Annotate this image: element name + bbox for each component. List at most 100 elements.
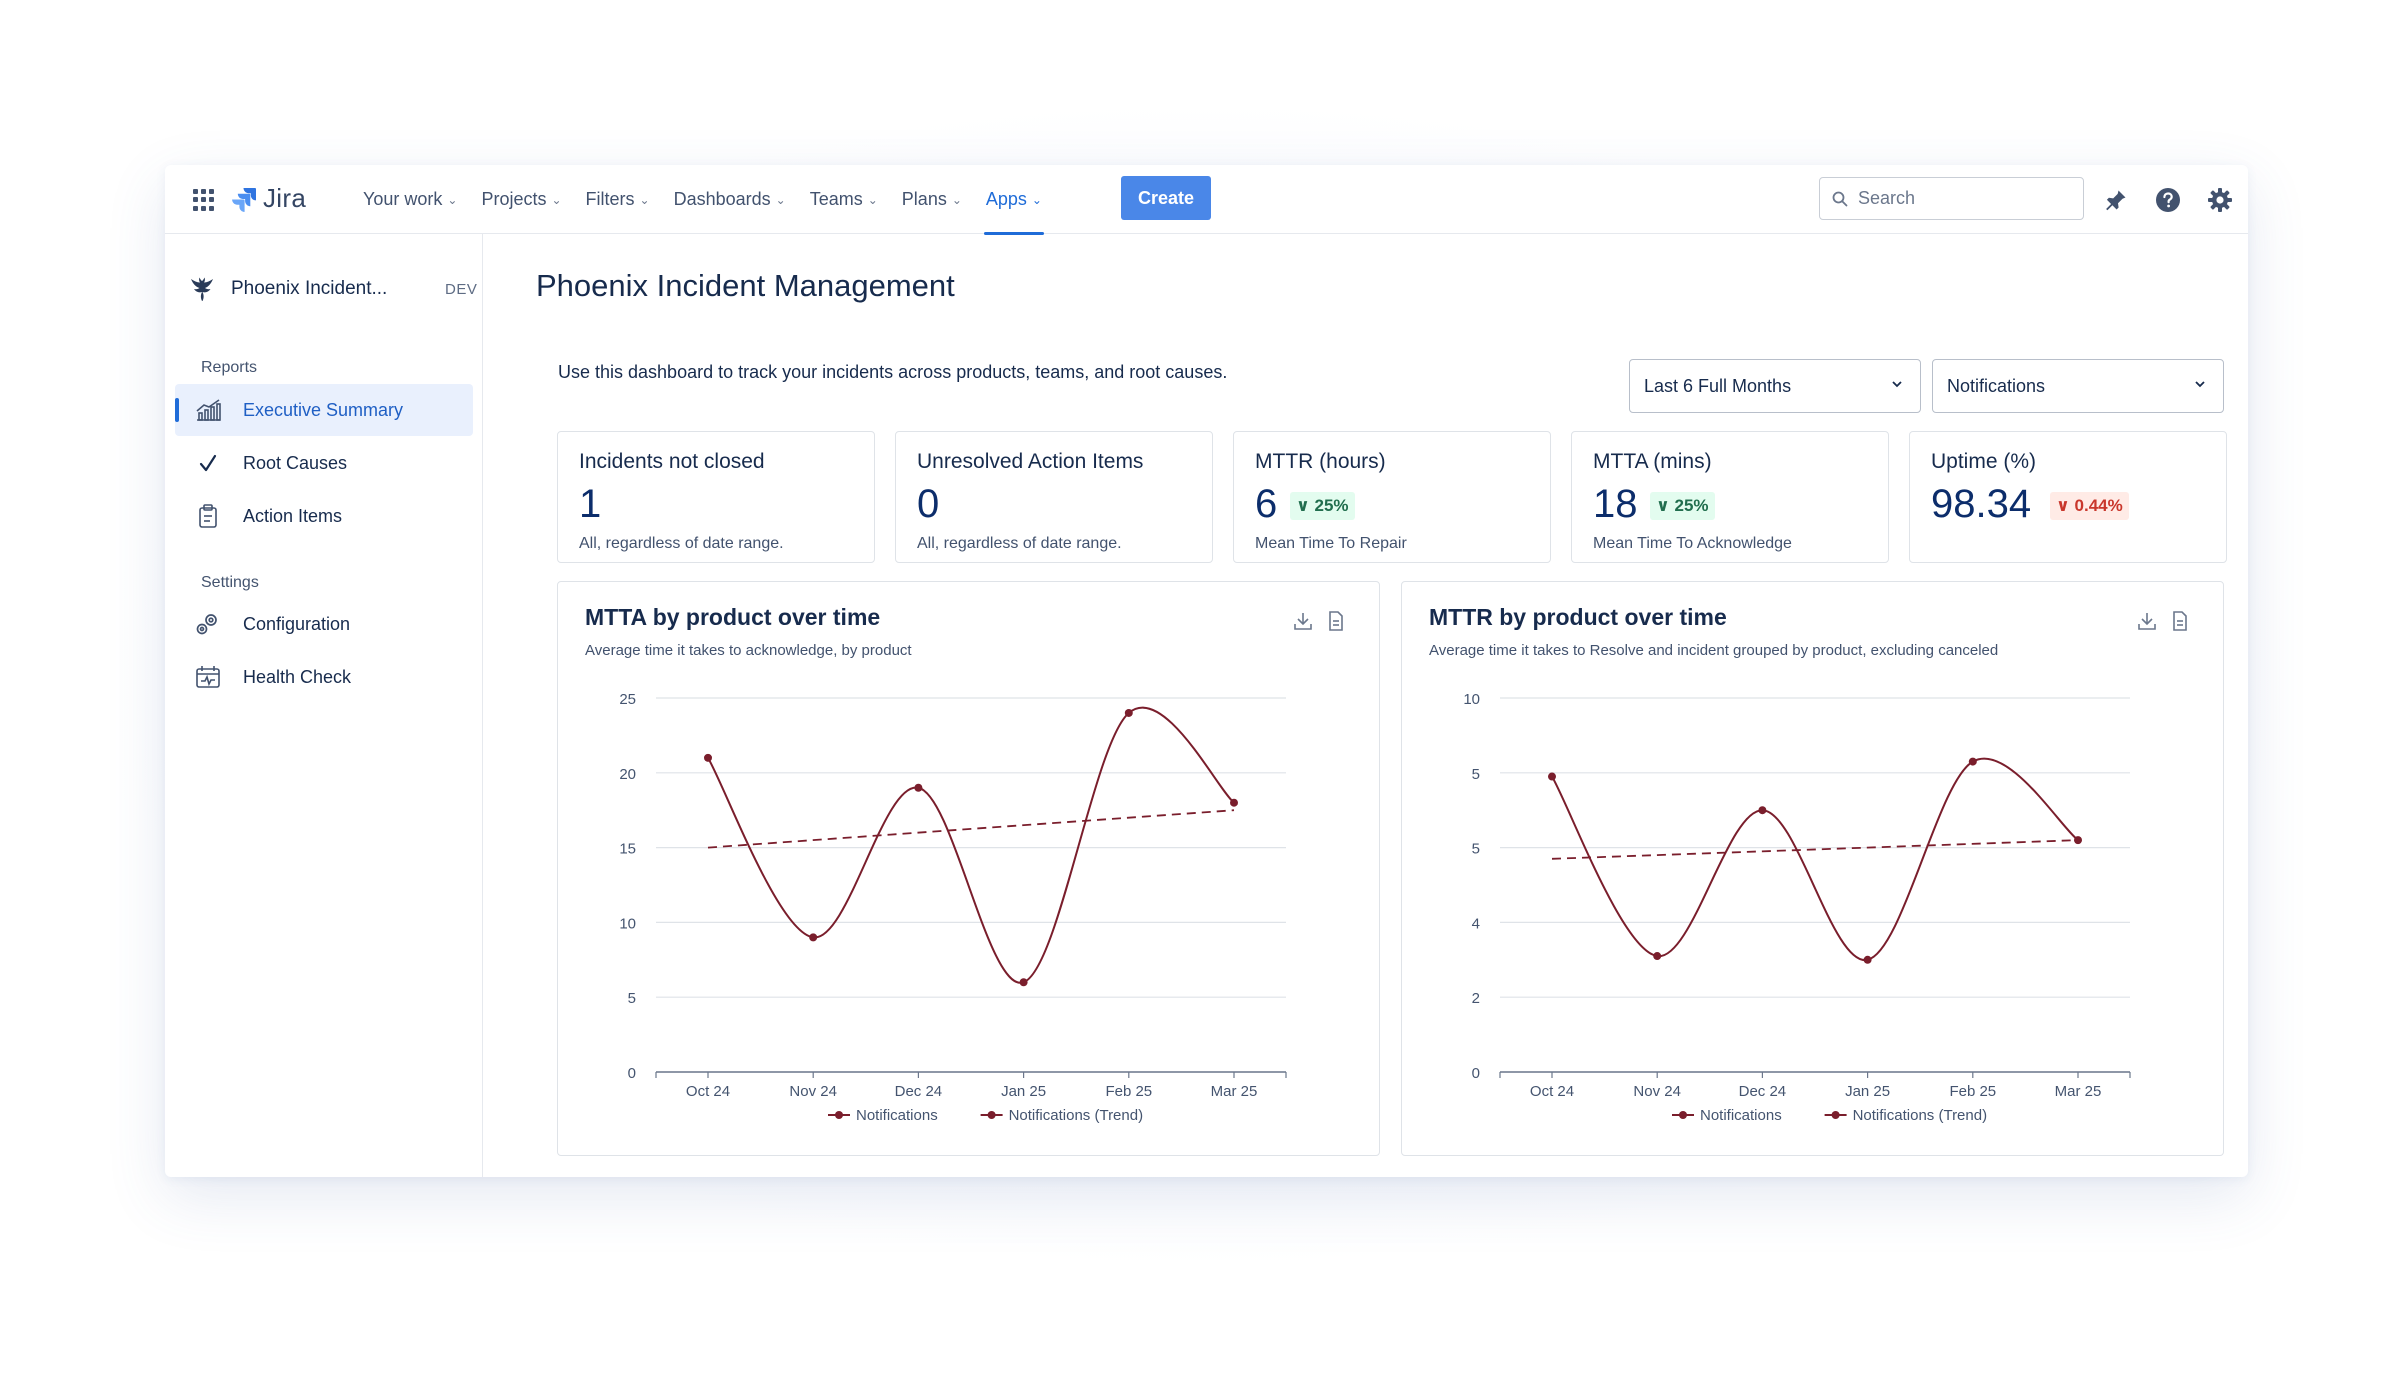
nav-your-work[interactable]: Your work ⌄: [351, 165, 469, 234]
kpi-delta-badge: ∨ 25%: [1650, 492, 1715, 520]
nav-dashboards[interactable]: Dashboards ⌄: [662, 165, 798, 234]
x-tick-label: Dec 24: [1739, 1083, 1787, 1100]
data-point: [1124, 708, 1133, 717]
kpi-title: Unresolved Action Items: [917, 450, 1144, 473]
chart-subtitle: Average time it takes to Resolve and inc…: [1429, 642, 1999, 659]
project-header[interactable]: Phoenix Incident... DEV: [187, 274, 477, 304]
document-icon[interactable]: [1325, 610, 1347, 632]
section-label-settings: Settings: [201, 574, 259, 591]
notifications-icon[interactable]: [2102, 186, 2130, 214]
clipboard-icon: [195, 503, 221, 529]
nav-label: Dashboards: [673, 189, 771, 209]
series-line: [707, 706, 1235, 984]
y-tick-label: 5: [628, 990, 636, 1007]
sidebar-item-root-causes[interactable]: Root Causes: [175, 437, 473, 489]
sidebar-item-action-items[interactable]: Action Items: [175, 490, 473, 542]
top-nav: Jira Your work ⌄ Projects ⌄ Filters ⌄ Dashb…: [165, 165, 2248, 235]
y-tick-label: 5: [1472, 766, 1480, 783]
legend-marker: [987, 1111, 996, 1119]
nav-filters[interactable]: Filters ⌄: [574, 165, 662, 234]
download-icon[interactable]: [1292, 610, 1314, 632]
help-icon[interactable]: [2154, 186, 2182, 214]
nav-label: Projects: [481, 189, 547, 209]
chevron-down-icon: ⌄: [551, 192, 562, 207]
phoenix-logo-icon: [191, 277, 213, 301]
sidebar-item-label: Action Items: [243, 505, 343, 526]
kpi-title: Uptime (%): [1931, 450, 2037, 473]
nav-teams[interactable]: Teams ⌄: [798, 165, 890, 234]
chevron-down-icon: [1892, 381, 1902, 388]
x-tick-label: Dec 24: [895, 1083, 943, 1100]
chevron-down-icon: ⌄: [447, 192, 458, 207]
y-tick-label: 0: [628, 1065, 636, 1082]
app-switcher-icon[interactable]: [193, 189, 215, 211]
create-button[interactable]: Create: [1121, 176, 1211, 220]
search-box[interactable]: [1819, 177, 2084, 220]
kpi-title: MTTA (mins): [1593, 450, 1712, 473]
y-tick-label: 2: [1472, 990, 1480, 1007]
product-select[interactable]: Notifications: [1932, 359, 2224, 413]
data-point: [1548, 772, 1556, 781]
series-line: [1551, 757, 2079, 961]
kpi-value: 18: [1593, 482, 1638, 526]
kpi-value: 98.34: [1931, 482, 2032, 526]
data-point: [1968, 757, 1977, 766]
chevron-down-icon: ⌄: [775, 192, 786, 207]
kpi-value: 6: [1255, 482, 1278, 526]
search-input[interactable]: [1858, 188, 2058, 209]
x-tick-label: Feb 25: [1105, 1083, 1152, 1100]
kpi-subtitle: Mean Time To Repair: [1255, 535, 1407, 552]
page-title: Phoenix Incident Management: [536, 268, 955, 303]
x-tick-label: Nov 24: [789, 1083, 837, 1100]
project-name: Phoenix Incident...: [231, 278, 388, 299]
search-icon: [1832, 191, 1848, 206]
data-point: [1758, 806, 1767, 815]
page-description: Use this dashboard to track your inciden…: [558, 362, 1228, 382]
kpi-title: MTTR (hours): [1255, 450, 1386, 473]
date-range-select[interactable]: Last 6 Full Months: [1629, 359, 1921, 413]
data-point: [1653, 952, 1662, 961]
nav-apps[interactable]: Apps ⌄: [974, 165, 1054, 235]
y-tick-label: 0: [1472, 1065, 1480, 1082]
kpi-delta-badge: ∨ 0.44%: [2050, 492, 2129, 520]
sidebar-item-health-check[interactable]: Health Check: [175, 651, 473, 703]
x-tick-label: Mar 25: [2055, 1083, 2102, 1100]
download-icon[interactable]: [2136, 610, 2158, 632]
legend-label: Notifications: [856, 1107, 938, 1124]
sidebar-item-executive-summary[interactable]: Executive Summary: [175, 384, 473, 436]
kpi-subtitle: All, regardless of date range.: [579, 535, 784, 552]
kpi-delta-badge: ∨ 25%: [1290, 492, 1355, 520]
kpi-card-unresolved-action-items: Unresolved Action Items 0 All, regardles…: [895, 431, 1213, 563]
chart-card-mtta: MTTA by product over time Average time i…: [557, 581, 1380, 1156]
y-tick-label: 25: [619, 691, 636, 708]
nav-menu: Your work ⌄ Projects ⌄ Filters ⌄ Dashboards…: [351, 165, 1054, 235]
section-label-reports: Reports: [201, 359, 258, 376]
x-tick-label: Feb 25: [1949, 1083, 1996, 1100]
kpi-card-mttr: MTTR (hours) 6 ∨ 25% Mean Time To Repair: [1233, 431, 1551, 563]
nav-label: Apps: [985, 189, 1027, 209]
legend-marker: [1679, 1111, 1687, 1119]
settings-gear-icon[interactable]: [2206, 186, 2234, 214]
app-window: Jira Your work ⌄ Projects ⌄ Filters ⌄ Dashb…: [165, 165, 2248, 1177]
main-content: Phoenix Incident Management Use this das…: [483, 234, 2248, 1177]
chart-card-mttr: MTTR by product over time Average time i…: [1401, 581, 2224, 1156]
x-tick-label: Oct 24: [1530, 1083, 1574, 1100]
trend-line: [1551, 839, 2079, 860]
nav-projects[interactable]: Projects ⌄: [469, 165, 573, 234]
data-point: [1019, 978, 1028, 987]
chart-title: MTTR by product over time: [1429, 604, 1727, 630]
document-icon[interactable]: [2169, 610, 2191, 632]
chart-title: MTTA by product over time: [585, 604, 881, 630]
gears-icon: [195, 611, 221, 637]
sidebar-item-configuration[interactable]: Configuration: [175, 598, 473, 650]
sidebar-item-label: Configuration: [243, 613, 351, 634]
sidebar-item-label: Root Causes: [243, 452, 348, 473]
nav-plans[interactable]: Plans ⌄: [890, 165, 974, 234]
x-tick-label: Jan 25: [1845, 1083, 1890, 1100]
data-point: [809, 933, 818, 942]
chevron-down-icon: ⌄: [951, 192, 962, 207]
check-icon: [195, 450, 221, 476]
legend-marker: [1831, 1111, 1840, 1119]
jira-logo[interactable]: Jira: [231, 183, 306, 214]
kpi-card-mtta: MTTA (mins) 18 ∨ 25% Mean Time To Acknow…: [1571, 431, 1889, 563]
